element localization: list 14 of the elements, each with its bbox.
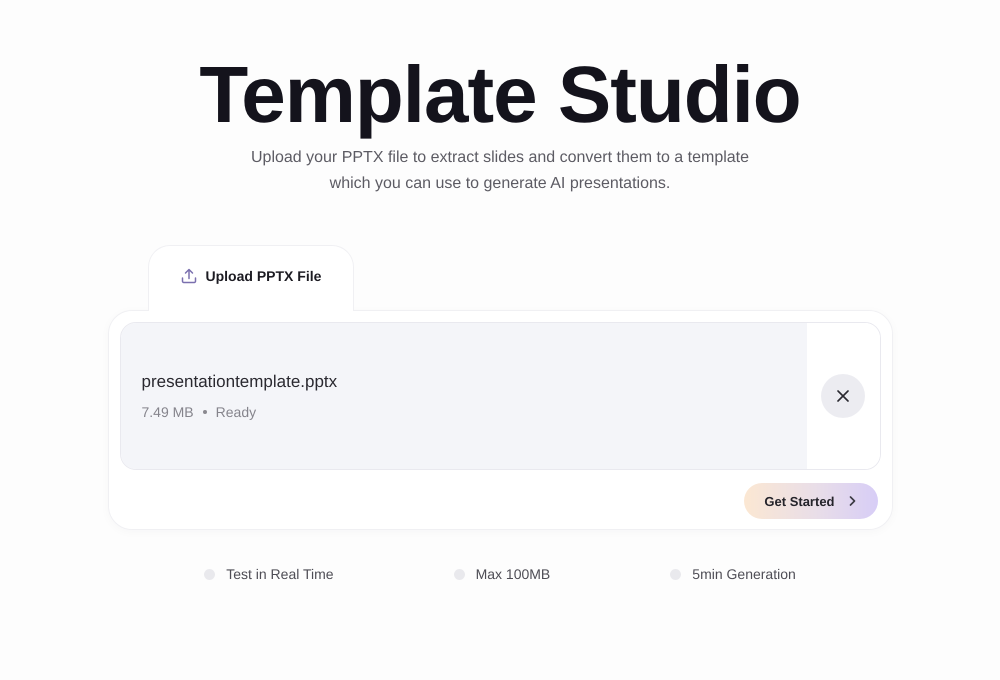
file-name: presentationtemplate.pptx — [142, 372, 338, 392]
file-size: 7.49 MB — [142, 404, 194, 420]
feature-label: Test in Real Time — [226, 566, 334, 582]
file-status: Ready — [216, 404, 256, 420]
close-icon — [837, 390, 849, 402]
separator-dot-icon — [202, 410, 207, 414]
upload-icon — [180, 268, 196, 284]
page-subtitle: Upload your PPTX file to extract slides and convert them to a template which you can use to generate AI presentations. — [250, 148, 750, 194]
get-started-button[interactable]: Get Started — [744, 483, 878, 519]
feature-label: Max 100MB — [476, 566, 550, 582]
upload-tab[interactable]: Upload PPTX File — [148, 245, 354, 311]
feature-label: 5min Generation — [692, 566, 796, 582]
chevron-right-icon — [848, 496, 856, 506]
close-button[interactable] — [821, 374, 865, 418]
